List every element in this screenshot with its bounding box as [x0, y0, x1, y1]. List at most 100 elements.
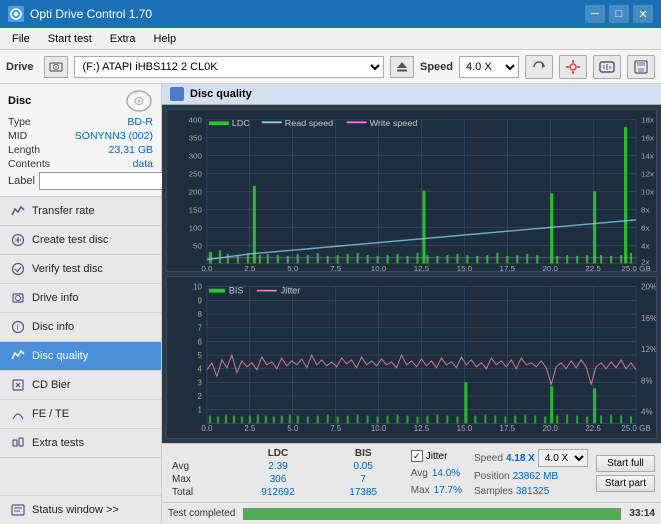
- sidebar: Disc Type BD-R MID SONYNN3 (002) Length: [0, 84, 162, 524]
- chart2-container: BIS Jitter 10 9 8 7 6 5 4 3 2 1 20%: [166, 276, 657, 439]
- svg-text:3: 3: [197, 378, 202, 387]
- svg-text:20%: 20%: [641, 283, 656, 292]
- contents-value: data: [133, 158, 153, 170]
- nav-disc-info[interactable]: i Disc info: [0, 313, 161, 342]
- start-full-button[interactable]: Start full: [596, 455, 655, 472]
- chart1-svg: LDC Read speed Write speed 400 350 300 2…: [167, 110, 656, 271]
- length-label: Length: [8, 144, 40, 156]
- progress-bar-area: Test completed 33:14: [162, 502, 661, 524]
- nav-fe-te-label: FE / TE: [32, 408, 69, 420]
- disc-panel: Disc Type BD-R MID SONYNN3 (002) Length: [0, 84, 161, 197]
- nav-transfer-rate-label: Transfer rate: [32, 205, 95, 217]
- svg-text:350: 350: [189, 133, 203, 142]
- main-layout: Disc Type BD-R MID SONYNN3 (002) Length: [0, 84, 661, 524]
- position-value: 23862 MB: [513, 471, 559, 482]
- nav-create-test-disc[interactable]: Create test disc: [0, 226, 161, 255]
- svg-text:22.5: 22.5: [585, 424, 601, 433]
- menu-file[interactable]: File: [4, 31, 38, 47]
- jitter-avg-row: Avg 14.0%: [411, 468, 462, 479]
- total-bis: 17385: [324, 486, 403, 499]
- save-button[interactable]: [627, 55, 655, 79]
- total-ldc: 912692: [232, 486, 323, 499]
- nav-status-window[interactable]: Status window >>: [0, 495, 161, 524]
- svg-text:5: 5: [197, 351, 202, 360]
- nav-drive-info[interactable]: Drive info: [0, 284, 161, 313]
- disc-title: Disc: [8, 95, 31, 107]
- svg-text:2.5: 2.5: [244, 424, 256, 433]
- svg-text:Write speed: Write speed: [370, 118, 418, 128]
- max-bis: 7: [324, 473, 403, 486]
- svg-text:12.5: 12.5: [414, 264, 430, 271]
- app-icon: [8, 6, 24, 22]
- avg-bis: 0.05: [324, 460, 403, 473]
- nav-verify-test-disc[interactable]: Verify test disc: [0, 255, 161, 284]
- eject-button[interactable]: [390, 56, 414, 78]
- settings-button2[interactable]: [593, 55, 621, 79]
- menu-help[interactable]: Help: [145, 31, 184, 47]
- total-label: Total: [168, 486, 232, 499]
- nav-drive-info-label: Drive info: [32, 292, 78, 304]
- svg-text:100: 100: [189, 223, 203, 232]
- samples-label: Samples: [474, 486, 513, 497]
- drive-bar: Drive (F:) ATAPI iHBS112 2 CL0K Speed 4.…: [0, 50, 661, 84]
- nav-cd-bier[interactable]: CD Bier: [0, 371, 161, 400]
- speed-select[interactable]: 4.0 X 2.0 X 1.0 X: [459, 56, 519, 78]
- content-area: Disc quality: [162, 84, 661, 524]
- progress-bar-outer: [243, 508, 621, 520]
- jitter-checkbox[interactable]: ✓: [411, 450, 423, 462]
- drive-select[interactable]: (F:) ATAPI iHBS112 2 CL0K: [74, 56, 384, 78]
- svg-text:Read speed: Read speed: [285, 118, 334, 128]
- disc-quality-title: Disc quality: [190, 88, 252, 100]
- svg-text:12x: 12x: [641, 169, 654, 178]
- speed-label: Speed: [474, 453, 503, 464]
- svg-text:4x: 4x: [641, 241, 650, 250]
- svg-text:12%: 12%: [641, 345, 656, 354]
- svg-text:7.5: 7.5: [330, 424, 342, 433]
- svg-text:17.5: 17.5: [500, 264, 516, 271]
- svg-text:10.0: 10.0: [371, 424, 387, 433]
- nav-create-test-disc-label: Create test disc: [32, 234, 108, 246]
- svg-text:2.5: 2.5: [244, 264, 255, 271]
- mid-value: SONYNN3 (002): [75, 130, 153, 142]
- close-button[interactable]: ✕: [633, 5, 653, 23]
- nav-items: Transfer rate Create test disc Verify te…: [0, 197, 161, 524]
- label-input[interactable]: [39, 172, 177, 190]
- position-row: Position 23862 MB: [474, 471, 588, 482]
- position-label: Position: [474, 471, 510, 482]
- svg-text:14x: 14x: [641, 151, 654, 160]
- svg-text:20.0: 20.0: [542, 264, 558, 271]
- ldc-header: LDC: [232, 447, 323, 460]
- start-part-button[interactable]: Start part: [596, 475, 655, 492]
- menu-extra[interactable]: Extra: [102, 31, 144, 47]
- svg-text:4%: 4%: [641, 408, 653, 417]
- refresh-button[interactable]: [525, 55, 553, 79]
- minimize-button[interactable]: ─: [585, 5, 605, 23]
- menu-start-test[interactable]: Start test: [40, 31, 100, 47]
- verify-test-disc-icon: [10, 261, 26, 277]
- length-value: 23,31 GB: [109, 144, 153, 156]
- svg-text:22.5: 22.5: [585, 264, 601, 271]
- jitter-label: Jitter: [426, 451, 448, 462]
- menu-bar: File Start test Extra Help: [0, 28, 661, 50]
- svg-text:18x: 18x: [641, 115, 654, 124]
- disc-quality-header: Disc quality: [162, 84, 661, 105]
- nav-disc-quality[interactable]: Disc quality: [0, 342, 161, 371]
- progress-bar-inner: [244, 509, 620, 519]
- nav-fe-te[interactable]: FE / TE: [0, 400, 161, 429]
- nav-transfer-rate[interactable]: Transfer rate: [0, 197, 161, 226]
- speed-dropdown[interactable]: 4.0 X 2.0 X 1.0 X: [538, 449, 588, 467]
- svg-text:50: 50: [193, 241, 203, 250]
- svg-text:12.5: 12.5: [414, 424, 430, 433]
- mid-label: MID: [8, 130, 27, 142]
- nav-extra-tests-label: Extra tests: [32, 437, 84, 449]
- nav-extra-tests[interactable]: Extra tests: [0, 429, 161, 458]
- settings-button1[interactable]: [559, 55, 587, 79]
- maximize-button[interactable]: □: [609, 5, 629, 23]
- svg-text:5.0: 5.0: [287, 264, 299, 271]
- svg-text:15.0: 15.0: [457, 264, 473, 271]
- charts-area: LDC Read speed Write speed 400 350 300 2…: [162, 105, 661, 443]
- transfer-rate-icon: [10, 203, 26, 219]
- extra-tests-icon: [10, 435, 26, 451]
- max-label: Max: [168, 473, 232, 486]
- title-bar: Opti Drive Control 1.70 ─ □ ✕: [0, 0, 661, 28]
